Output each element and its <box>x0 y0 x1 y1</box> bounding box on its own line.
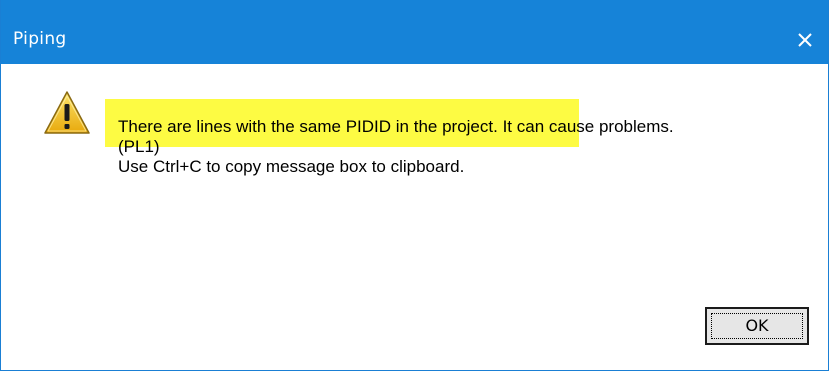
message-highlighted-text: There are lines with the same PIDID in t… <box>118 117 498 136</box>
message-line-2: (PL1) <box>118 137 160 156</box>
dialog-content: There are lines with the same PIDID in t… <box>1 64 828 370</box>
dialog-title: Piping <box>13 29 67 49</box>
close-button[interactable] <box>789 26 821 54</box>
ok-button[interactable]: OK <box>705 307 809 345</box>
message-text: There are lines with the same PIDID in t… <box>118 117 674 177</box>
message-dialog: Piping There are lines with the same PID… <box>0 0 829 371</box>
title-bar[interactable]: Piping <box>1 0 828 64</box>
message-rest-text: It can cause problems. <box>497 117 674 136</box>
message-line-3: Use Ctrl+C to copy message box to clipbo… <box>118 157 465 176</box>
warning-triangle-icon <box>44 91 90 134</box>
ok-button-label: OK <box>745 316 769 335</box>
close-icon <box>798 33 812 47</box>
message-line-1: There are lines with the same PIDID in t… <box>118 117 674 137</box>
